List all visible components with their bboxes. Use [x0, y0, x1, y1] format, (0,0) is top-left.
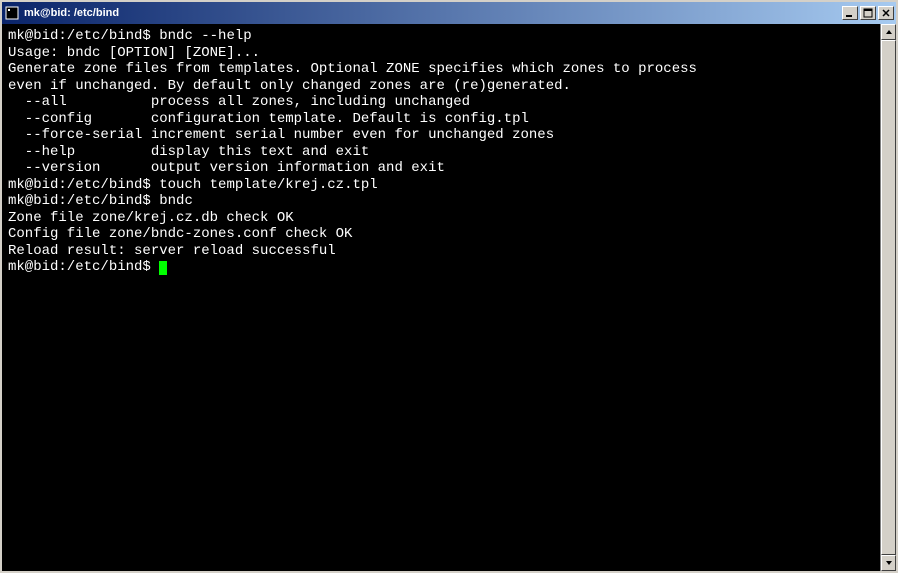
window-controls: [840, 6, 894, 20]
scroll-down-button[interactable]: [881, 555, 896, 571]
terminal-line: --all process all zones, including uncha…: [8, 94, 874, 111]
terminal-line: --force-serial increment serial number e…: [8, 127, 874, 144]
terminal-line: even if unchanged. By default only chang…: [8, 78, 874, 95]
scroll-thumb[interactable]: [881, 40, 896, 555]
scroll-up-button[interactable]: [881, 24, 896, 40]
close-button[interactable]: [878, 6, 894, 20]
terminal-line: --version output version information and…: [8, 160, 874, 177]
terminal-line: Zone file zone/krej.cz.db check OK: [8, 210, 874, 227]
window-title: mk@bid: /etc/bind: [24, 7, 840, 19]
terminal-line: mk@bid:/etc/bind$ bndc --help: [8, 28, 874, 45]
terminal-line: Reload result: server reload successful: [8, 243, 874, 260]
shell-command: bndc --help: [159, 28, 251, 44]
terminal-line: --help display this text and exit: [8, 144, 874, 161]
titlebar[interactable]: mk@bid: /etc/bind: [2, 2, 896, 24]
terminal-line: Generate zone files from templates. Opti…: [8, 61, 874, 78]
shell-prompt: mk@bid:/etc/bind$: [8, 28, 159, 44]
minimize-button[interactable]: [842, 6, 858, 20]
terminal-line: Usage: bndc [OPTION] [ZONE]...: [8, 45, 874, 62]
shell-prompt: mk@bid:/etc/bind$: [8, 193, 159, 209]
cursor: [159, 261, 167, 275]
scroll-track[interactable]: [881, 40, 896, 555]
terminal-line: Config file zone/bndc-zones.conf check O…: [8, 226, 874, 243]
terminal-window: mk@bid: /etc/bind mk@bid:/etc/bind$ bndc…: [0, 0, 898, 573]
terminal-line: --config configuration template. Default…: [8, 111, 874, 128]
terminal-container: mk@bid:/etc/bind$ bndc --helpUsage: bndc…: [2, 24, 896, 571]
terminal-output[interactable]: mk@bid:/etc/bind$ bndc --helpUsage: bndc…: [2, 24, 880, 571]
shell-prompt: mk@bid:/etc/bind$: [8, 177, 159, 193]
shell-command: touch template/krej.cz.tpl: [159, 177, 377, 193]
shell-prompt: mk@bid:/etc/bind$: [8, 259, 159, 275]
app-icon: [4, 5, 20, 21]
shell-command: bndc: [159, 193, 193, 209]
terminal-line: mk@bid:/etc/bind$ touch template/krej.cz…: [8, 177, 874, 194]
vertical-scrollbar[interactable]: [880, 24, 896, 571]
maximize-button[interactable]: [860, 6, 876, 20]
terminal-line: mk@bid:/etc/bind$ bndc: [8, 193, 874, 210]
terminal-line: mk@bid:/etc/bind$: [8, 259, 874, 276]
